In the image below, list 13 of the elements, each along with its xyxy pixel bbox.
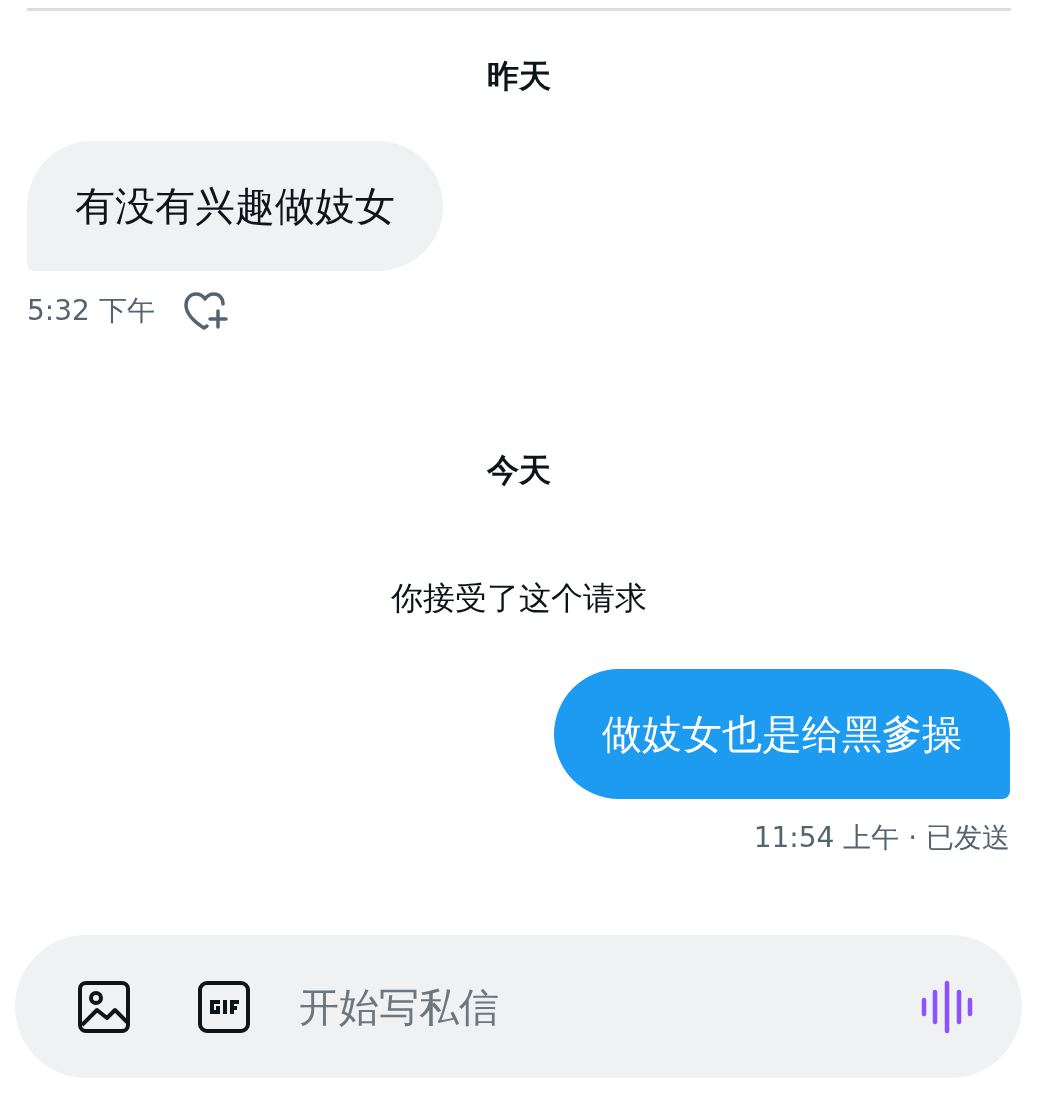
image-icon[interactable] xyxy=(77,979,131,1034)
voice-wave-icon[interactable] xyxy=(920,979,974,1034)
system-notice: 你接受了这个请求 xyxy=(390,578,647,619)
message-bubble: 有没有兴趣做妓女 xyxy=(27,141,443,271)
message-timestamp: 5:32 下午 xyxy=(27,293,155,329)
message-composer[interactable]: 开始写私信 xyxy=(15,935,1022,1078)
heart-plus-icon[interactable] xyxy=(182,291,229,331)
message-input[interactable]: 开始写私信 xyxy=(297,982,920,1031)
gif-icon[interactable] xyxy=(197,979,251,1034)
date-separator: 今天 xyxy=(486,450,551,491)
message-bubble: 做妓女也是给黑爹操 xyxy=(554,669,1010,799)
message-timestamp: 11:54 上午 · 已发送 xyxy=(753,820,1010,856)
date-separator: 昨天 xyxy=(486,56,551,97)
